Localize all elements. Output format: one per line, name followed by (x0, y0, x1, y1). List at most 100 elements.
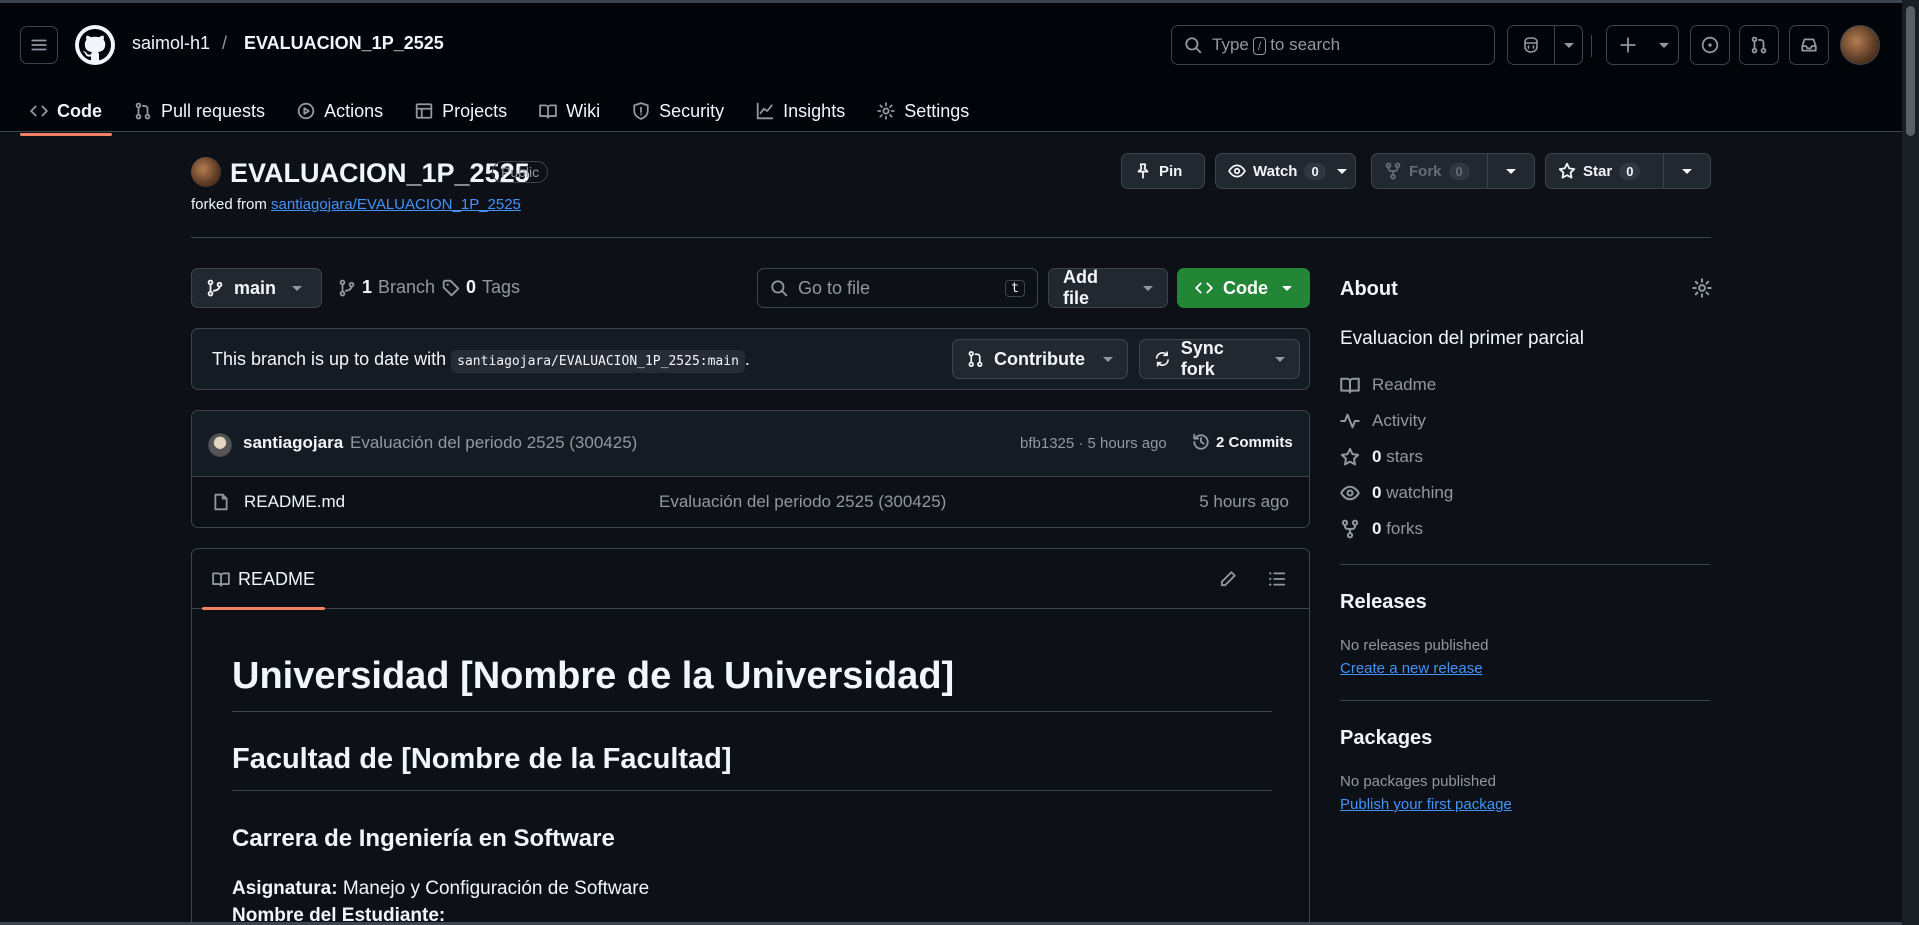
pin-button[interactable]: Pin (1121, 153, 1205, 189)
repo-description: Evaluacion del primer parcial (1340, 328, 1584, 349)
repo-title[interactable]: EVALUACION_1P_2525 (230, 158, 530, 189)
pencil-icon[interactable] (1219, 570, 1237, 588)
packages-empty-text: No packages published (1340, 773, 1496, 790)
fork-button[interactable]: Fork 0 (1371, 153, 1535, 189)
owner-link[interactable]: saimol-h1 (132, 33, 210, 54)
table-row[interactable]: README.md Evaluación del periodo 2525 (3… (192, 477, 1309, 527)
commits-link[interactable]: 2 Commits (1192, 433, 1293, 451)
tab-actions[interactable]: Actions (287, 87, 393, 135)
issues-button[interactable] (1690, 25, 1730, 65)
tags-count: 0 (466, 277, 477, 297)
sidebar-divider (1340, 700, 1710, 701)
star-button[interactable]: Star 0 (1545, 153, 1711, 189)
releases-title[interactable]: Releases (1340, 591, 1427, 614)
tab-label: Settings (904, 100, 970, 121)
commit-message[interactable]: Evaluación del periodo 2525 (300425) (350, 433, 637, 453)
copilot-button[interactable] (1507, 25, 1583, 65)
chevron-down-icon[interactable] (1682, 168, 1692, 174)
branch-selector[interactable]: main (191, 268, 322, 308)
releases-empty-text: No releases published (1340, 637, 1489, 654)
subject-label: Asignatura: (232, 878, 338, 899)
inbox-button[interactable] (1789, 25, 1829, 65)
list-unordered-icon[interactable] (1268, 570, 1286, 588)
create-new-button[interactable] (1606, 25, 1679, 65)
code-icon (30, 105, 48, 117)
github-logo-icon[interactable] (75, 25, 115, 65)
stars-link[interactable]: 0 stars (1340, 447, 1423, 467)
play-icon (297, 102, 315, 120)
git-branch-icon (339, 279, 355, 296)
chevron-down-icon[interactable] (1506, 168, 1516, 174)
star-count: 0 (1619, 162, 1641, 180)
pin-label: Pin (1159, 162, 1183, 180)
publish-package-link[interactable]: Publish your first package (1340, 796, 1512, 813)
book-icon (539, 104, 557, 119)
search-placeholder-pre: Type (1212, 35, 1249, 54)
eye-icon (1340, 485, 1360, 501)
owner-avatar[interactable] (191, 157, 221, 187)
inbox-icon (1801, 38, 1817, 52)
add-file-button[interactable]: Add file (1048, 267, 1168, 308)
sidebar-divider (1340, 564, 1710, 565)
tab-pull-requests[interactable]: Pull requests (124, 87, 275, 135)
stars-count: 0 (1372, 447, 1382, 466)
forks-label: forks (1386, 519, 1424, 538)
repo-link[interactable]: EVALUACION_1P_2525 (244, 33, 444, 54)
menu-button[interactable] (20, 26, 58, 64)
readme-tab[interactable]: README (202, 549, 326, 610)
chevron-down-icon (292, 285, 303, 291)
user-avatar[interactable] (1840, 25, 1880, 65)
git-pull-request-icon (968, 351, 983, 367)
fork-count: 0 (1448, 162, 1470, 180)
about-title: About (1340, 278, 1398, 300)
tags-label: Tags (482, 277, 521, 297)
watch-button[interactable]: Watch 0 (1215, 153, 1356, 189)
tab-wiki[interactable]: Wiki (529, 87, 610, 135)
code-button-label: Code (1223, 277, 1268, 298)
file-list: santiagojara Evaluación del periodo 2525… (191, 410, 1310, 528)
search-input[interactable]: Type / to search (1171, 25, 1495, 65)
sync-status-period: . (744, 349, 750, 369)
code-icon (1195, 282, 1213, 294)
repo-forked-icon (1341, 519, 1359, 539)
scrollbar-thumb[interactable] (1906, 6, 1915, 136)
contribute-button[interactable]: Contribute (952, 339, 1128, 379)
page-scrollbar[interactable] (1902, 0, 1919, 925)
sync-fork-button[interactable]: Sync fork (1139, 338, 1300, 379)
commit-hash-time[interactable]: bfb1325 · 5 hours ago (1020, 435, 1167, 452)
watchers-link[interactable]: 0 watching (1340, 483, 1453, 503)
pull-requests-button[interactable] (1739, 25, 1779, 65)
file-commit-message[interactable]: Evaluación del periodo 2525 (300425) (659, 492, 946, 512)
code-button[interactable]: Code (1177, 268, 1310, 308)
forks-count: 0 (1372, 519, 1382, 538)
tab-projects[interactable]: Projects (405, 87, 517, 135)
commit-author-avatar[interactable] (208, 433, 232, 457)
tags-link[interactable]: 0 Tags (442, 277, 520, 298)
contribute-label: Contribute (994, 348, 1085, 369)
forks-link[interactable]: 0 forks (1340, 519, 1423, 539)
hamburger-icon (31, 39, 47, 51)
tab-security[interactable]: Security (622, 87, 734, 135)
go-to-file-placeholder: Go to file (798, 277, 871, 298)
readme-subject: Asignatura: Manejo y Configuración de So… (232, 878, 649, 900)
tab-code[interactable]: Code (20, 87, 112, 136)
sync-fork-label: Sync fork (1180, 338, 1224, 379)
tab-label: Insights (783, 100, 846, 121)
watch-label: Watch (1253, 162, 1298, 180)
git-pull-request-icon (1751, 36, 1767, 54)
repo-header-divider (191, 237, 1711, 238)
forked-from-link[interactable]: santiagojara/EVALUACION_1P_2525 (271, 196, 521, 213)
go-to-file-input[interactable]: Go to file t (757, 268, 1038, 308)
tab-insights[interactable]: Insights (746, 87, 855, 135)
branches-link[interactable]: 1 Branch (338, 277, 435, 298)
gear-icon[interactable] (1692, 278, 1712, 298)
file-updated-time: 5 hours ago (1199, 492, 1289, 511)
packages-title[interactable]: Packages (1340, 727, 1432, 750)
commit-author[interactable]: santiagojara (243, 433, 343, 453)
tab-settings[interactable]: Settings (867, 87, 979, 135)
create-release-link[interactable]: Create a new release (1340, 660, 1483, 677)
file-name[interactable]: README.md (244, 492, 345, 512)
activity-link[interactable]: Activity (1340, 411, 1426, 431)
readme-link[interactable]: Readme (1340, 375, 1436, 395)
repo-forked-icon (1385, 162, 1401, 180)
